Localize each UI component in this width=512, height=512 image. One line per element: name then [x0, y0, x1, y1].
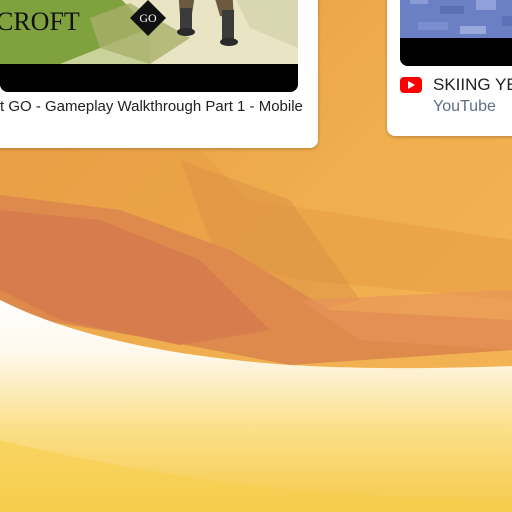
video-card[interactable]: GO RA CROFT t GO - Gameplay Walkthrough … — [0, 0, 318, 148]
thumbnail-badge: GO — [139, 11, 157, 25]
youtube-icon — [400, 77, 422, 93]
video-source: YouTube — [433, 98, 496, 115]
video-title[interactable]: SKIING YE — [433, 75, 512, 95]
thumbnail-logo: CROFT — [0, 7, 80, 36]
video-title[interactable]: t GO - Gameplay Walkthrough Part 1 - Mob… — [0, 98, 310, 115]
thumbnail-image: GO RA CROFT — [0, 0, 298, 92]
video-meta-row: SKIING YE — [400, 74, 512, 96]
video-thumbnail[interactable]: GO RA CROFT — [0, 0, 298, 92]
desktop-background: GO RA CROFT t GO - Gameplay Walkthrough … — [0, 0, 512, 512]
video-card[interactable]: SKIING YE YouTube — [387, 0, 512, 136]
video-thumbnail[interactable] — [400, 0, 512, 66]
thumbnail-image — [400, 0, 512, 66]
